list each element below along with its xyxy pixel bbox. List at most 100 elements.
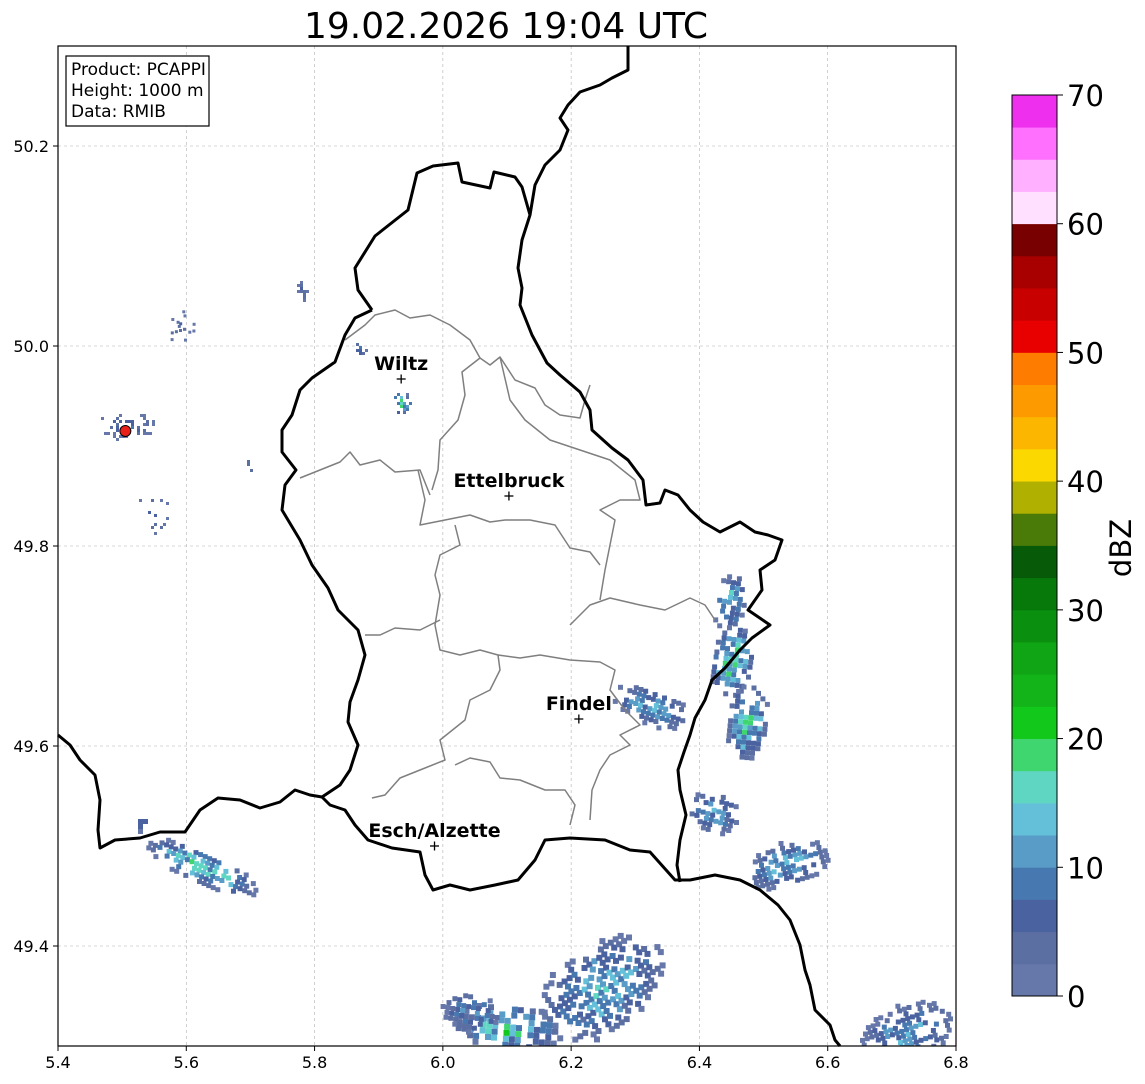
echo-pixel xyxy=(170,331,174,335)
echo-pixel xyxy=(658,704,664,710)
echo-pixel xyxy=(177,848,183,854)
echo-pixel xyxy=(219,878,225,883)
echo-pixel xyxy=(756,736,762,742)
echo-pixel xyxy=(189,870,195,876)
echo-pixel xyxy=(732,621,738,627)
echo-pixel xyxy=(474,1011,480,1016)
echo-pixel xyxy=(873,1017,879,1022)
echo-pixel xyxy=(732,723,738,729)
echo-pixel xyxy=(890,1048,895,1053)
echo-pixel xyxy=(184,338,187,342)
echo-pixel xyxy=(797,850,803,856)
echo-pixel xyxy=(715,639,721,645)
echo-pixel xyxy=(922,1020,928,1026)
echo-pixel xyxy=(912,1034,918,1040)
echo-pixel xyxy=(724,614,729,620)
echo-pixel xyxy=(875,1021,881,1027)
echo-pixel xyxy=(477,1021,483,1027)
echo-pixel xyxy=(632,689,638,695)
echo-pixel xyxy=(638,702,643,708)
map-plot-area: Wiltz Ettelbruck Findel Esch/Alzette Produc… xyxy=(57,45,957,1053)
echo-pixel xyxy=(494,1015,500,1020)
echo-pixel xyxy=(176,320,180,324)
echo-pixel xyxy=(786,849,792,855)
echo-pixel xyxy=(633,701,639,706)
echo-pixel xyxy=(529,1008,536,1015)
echo-pixel xyxy=(140,414,143,417)
echo-pixel xyxy=(214,876,220,881)
echo-pixel xyxy=(171,851,177,856)
echo-pixel xyxy=(743,659,749,664)
echo-pixel xyxy=(467,1024,472,1030)
echo-pixel xyxy=(202,854,208,860)
colorbar-tick-label: 10 xyxy=(1067,851,1104,885)
echo-pixel xyxy=(131,423,134,426)
echo-pixel xyxy=(151,499,154,502)
echo-pixel xyxy=(210,874,216,879)
echo-pixel xyxy=(933,1005,939,1011)
echo-pixel xyxy=(782,855,788,861)
echo-pixel xyxy=(792,852,798,858)
echo-pixel xyxy=(906,1005,912,1010)
echo-pixel xyxy=(878,1031,884,1037)
echo-pixel xyxy=(804,874,810,880)
echo-pixel xyxy=(544,1040,551,1046)
echo-pixel xyxy=(472,1000,477,1006)
echo-pixel xyxy=(762,726,768,732)
echo-pixel xyxy=(724,651,730,656)
echo-pixel xyxy=(727,728,733,734)
echo-pixel xyxy=(148,511,151,514)
echo-pixel xyxy=(717,623,723,629)
echo-pixel xyxy=(758,878,764,884)
echo-pixel xyxy=(152,420,155,423)
echo-pixel xyxy=(939,1008,945,1014)
echo-pixel xyxy=(751,740,756,746)
echo-pixel xyxy=(116,429,119,432)
echo-pixel xyxy=(449,1010,455,1016)
echo-pixel xyxy=(713,654,719,660)
info-box: Product: PCAPPI Height: 1000 m Data: RMI… xyxy=(65,55,210,127)
echo-pixel xyxy=(146,845,152,851)
echo-pixel xyxy=(403,411,406,414)
echo-pixel xyxy=(680,718,686,724)
echo-pixel xyxy=(739,587,745,593)
colorbar-swatch xyxy=(1012,416,1057,450)
echo-pixel xyxy=(552,1022,559,1029)
echo-pixel xyxy=(720,645,726,651)
echo-pixel xyxy=(179,329,182,332)
colorbar-swatch xyxy=(1012,835,1057,868)
echo-pixel xyxy=(113,432,116,435)
echo-pixel xyxy=(193,850,199,856)
echo-pixel xyxy=(781,850,787,856)
echo-pixel xyxy=(719,799,725,805)
echo-pixel xyxy=(186,852,192,858)
echo-pixel xyxy=(485,1034,491,1040)
echo-pixel xyxy=(498,1017,505,1024)
x-tick-label: 5.6 xyxy=(174,1053,199,1072)
echo-pixel xyxy=(770,848,776,854)
echo-pixel xyxy=(741,668,747,674)
echo-pixel xyxy=(206,883,212,889)
echo-pixel xyxy=(739,754,745,760)
echo-pixel xyxy=(735,698,741,704)
echo-pixel xyxy=(897,1008,903,1014)
echo-pixel xyxy=(104,432,107,435)
echo-pixel xyxy=(539,1027,546,1034)
echo-pixel xyxy=(726,812,731,818)
echo-pixel xyxy=(188,330,192,334)
echo-pixel xyxy=(721,810,727,816)
echo-pixel xyxy=(721,603,727,609)
echo-pixel xyxy=(752,730,757,736)
echo-pixel xyxy=(209,862,215,868)
echo-pixel xyxy=(526,1044,533,1046)
echo-pixel xyxy=(917,1006,923,1012)
echo-pixel xyxy=(251,892,257,898)
echo-pixel xyxy=(760,867,766,873)
echo-pixel xyxy=(675,716,681,722)
echo-pixel xyxy=(881,1024,887,1030)
echo-pixel xyxy=(874,1032,880,1038)
echo-pixel xyxy=(875,1037,881,1043)
echo-pixel xyxy=(138,824,143,829)
echo-pixel xyxy=(754,710,759,716)
echo-pixel xyxy=(722,806,728,811)
